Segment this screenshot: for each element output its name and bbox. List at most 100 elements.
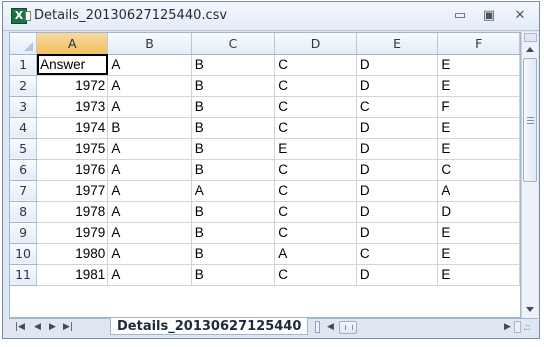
spreadsheet-grid[interactable]: ABCDEF 1 Answer A B C D E 2 1972 A B C D E 3 1973 A B C C F 4… xyxy=(9,32,521,318)
cell-e10[interactable]: C xyxy=(356,243,439,265)
close-button[interactable]: ✕ xyxy=(511,7,529,25)
cell-f6[interactable]: C xyxy=(437,159,520,181)
cell-b10[interactable]: A xyxy=(107,243,192,265)
cell-d3[interactable]: C xyxy=(274,96,357,118)
select-all-corner[interactable] xyxy=(10,33,38,55)
cell-e11[interactable]: D xyxy=(356,264,439,286)
cell-f4[interactable]: E xyxy=(437,117,520,139)
cell-c10[interactable]: B xyxy=(191,243,276,265)
cell-e4[interactable]: D xyxy=(356,117,439,139)
row-header[interactable]: 4 xyxy=(10,117,38,139)
cell-d2[interactable]: C xyxy=(274,75,357,97)
cell-a10[interactable]: 1980 xyxy=(36,243,109,265)
column-header-f[interactable]: F xyxy=(437,33,520,55)
maximize-button[interactable]: ▣ xyxy=(480,7,498,25)
cell-f1[interactable]: E xyxy=(437,54,520,76)
cell-a2[interactable]: 1972 xyxy=(36,75,109,97)
cell-a9[interactable]: 1979 xyxy=(36,222,109,244)
cell-c5[interactable]: B xyxy=(191,138,276,160)
cell-a7[interactable]: 1977 xyxy=(36,180,109,202)
last-sheet-button[interactable]: ▶| xyxy=(63,321,73,334)
cell-a3[interactable]: 1973 xyxy=(36,96,109,118)
horizontal-scroll-thumb[interactable] xyxy=(339,321,357,334)
scroll-up-arrow-icon[interactable] xyxy=(526,47,534,52)
cell-f9[interactable]: E xyxy=(437,222,520,244)
first-sheet-button[interactable]: |◀ xyxy=(15,321,25,334)
cell-table[interactable]: ABCDEF 1 Answer A B C D E 2 1972 A B C D E 3 1973 A B C C F 4… xyxy=(10,33,520,286)
title-bar[interactable]: X Details_20130627125440.csv ▭ ▣ ✕ xyxy=(3,2,539,31)
sheet-tab-details[interactable]: Details_20130627125440 xyxy=(110,318,309,335)
cell-d5[interactable]: E xyxy=(274,138,357,160)
split-box-horizontal[interactable] xyxy=(514,321,521,333)
vertical-scrollbar[interactable] xyxy=(521,32,538,318)
cell-e6[interactable]: D xyxy=(356,159,439,181)
cell-b3[interactable]: A xyxy=(107,96,192,118)
row-header[interactable]: 8 xyxy=(10,201,38,223)
row-header[interactable]: 7 xyxy=(10,180,38,202)
cell-c6[interactable]: B xyxy=(191,159,276,181)
column-header-b[interactable]: B xyxy=(107,33,192,55)
next-sheet-button[interactable]: ▶ xyxy=(49,321,56,334)
cell-a6[interactable]: 1976 xyxy=(36,159,109,181)
cell-d10[interactable]: A xyxy=(274,243,357,265)
cell-c7[interactable]: A xyxy=(191,180,276,202)
cell-f5[interactable]: E xyxy=(437,138,520,160)
tab-split-handle[interactable] xyxy=(315,321,320,333)
cell-c8[interactable]: B xyxy=(191,201,276,223)
cell-a11[interactable]: 1981 xyxy=(36,264,109,286)
cell-b8[interactable]: A xyxy=(107,201,192,223)
column-header-a[interactable]: A xyxy=(36,33,109,55)
cell-a4[interactable]: 1974 xyxy=(36,117,109,139)
cell-c3[interactable]: B xyxy=(191,96,276,118)
column-header-e[interactable]: E xyxy=(356,33,439,55)
column-header-d[interactable]: D xyxy=(274,33,357,55)
previous-sheet-button[interactable]: ◀ xyxy=(34,321,41,334)
row-header[interactable]: 1 xyxy=(10,54,38,76)
cell-b4[interactable]: B xyxy=(107,117,192,139)
cell-e7[interactable]: D xyxy=(356,180,439,202)
minimize-button[interactable]: ▭ xyxy=(451,7,469,25)
cell-f3[interactable]: F xyxy=(437,96,520,118)
row-header[interactable]: 9 xyxy=(10,222,38,244)
cell-c4[interactable]: B xyxy=(191,117,276,139)
cell-d9[interactable]: C xyxy=(274,222,357,244)
cell-a5[interactable]: 1975 xyxy=(36,138,109,160)
row-header[interactable]: 6 xyxy=(10,159,38,181)
cell-f7[interactable]: A xyxy=(437,180,520,202)
cell-c2[interactable]: B xyxy=(191,75,276,97)
cell-f8[interactable]: D xyxy=(437,201,520,223)
cell-a8[interactable]: 1978 xyxy=(36,201,109,223)
row-header[interactable]: 3 xyxy=(10,96,38,118)
cell-b9[interactable]: A xyxy=(107,222,192,244)
cell-b7[interactable]: A xyxy=(107,180,192,202)
row-header[interactable]: 2 xyxy=(10,75,38,97)
cell-c11[interactable]: B xyxy=(191,264,276,286)
cell-b6[interactable]: A xyxy=(107,159,192,181)
scroll-down-arrow-icon[interactable] xyxy=(526,307,534,312)
cell-e9[interactable]: D xyxy=(356,222,439,244)
cell-e5[interactable]: D xyxy=(356,138,439,160)
cell-e1[interactable]: D xyxy=(356,54,439,76)
vertical-scroll-thumb[interactable] xyxy=(523,58,537,182)
row-header[interactable]: 11 xyxy=(10,264,38,286)
column-header-c[interactable]: C xyxy=(191,33,276,55)
cell-e2[interactable]: D xyxy=(356,75,439,97)
cell-d8[interactable]: C xyxy=(274,201,357,223)
cell-c9[interactable]: B xyxy=(191,222,276,244)
row-header[interactable]: 5 xyxy=(10,138,38,160)
cell-d6[interactable]: C xyxy=(274,159,357,181)
cell-d4[interactable]: C xyxy=(274,117,357,139)
cell-b2[interactable]: A xyxy=(107,75,192,97)
cell-f11[interactable]: E xyxy=(437,264,520,286)
cell-d7[interactable]: C xyxy=(274,180,357,202)
scroll-left-arrow-icon[interactable]: ◀ xyxy=(327,321,334,334)
cell-a1[interactable]: Answer xyxy=(36,54,109,76)
cell-b5[interactable]: A xyxy=(107,138,192,160)
cell-b11[interactable]: A xyxy=(107,264,192,286)
cell-d1[interactable]: C xyxy=(274,54,357,76)
cell-e8[interactable]: D xyxy=(356,201,439,223)
scroll-right-arrow-icon[interactable]: ▶ xyxy=(504,321,511,334)
cell-d11[interactable]: C xyxy=(274,264,357,286)
size-grip-icon[interactable]: .:: xyxy=(523,322,531,334)
cell-e3[interactable]: C xyxy=(356,96,439,118)
